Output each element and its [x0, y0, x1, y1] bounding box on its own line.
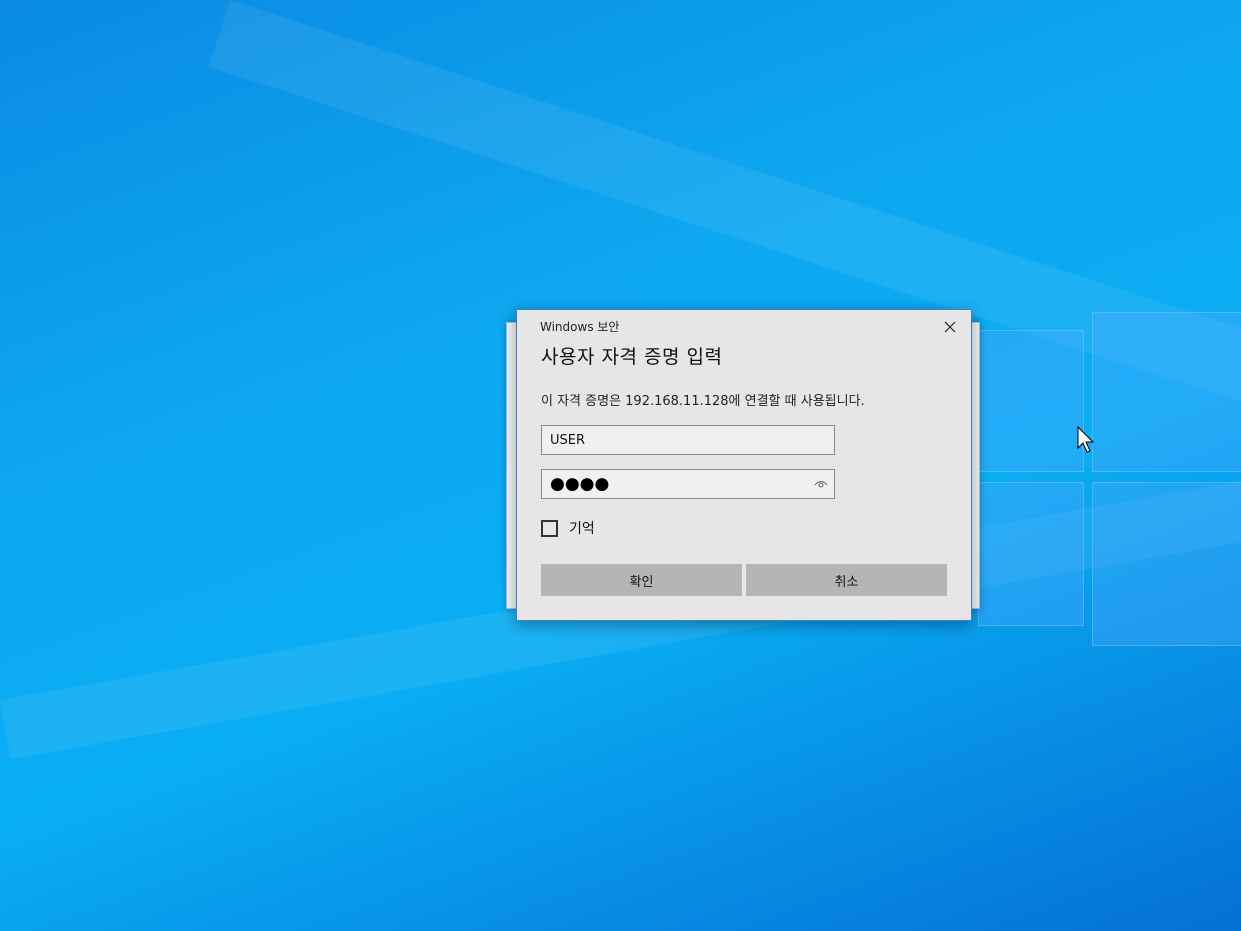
credential-dialog: Windows 보안 사용자 자격 증명 입력 이 자격 증명은 192.168…: [516, 309, 972, 621]
eye-icon[interactable]: [814, 478, 828, 490]
wallpaper-logo-pane: [978, 330, 1084, 472]
remember-label: 기억: [569, 521, 595, 537]
close-button[interactable]: [935, 314, 965, 340]
wallpaper-logo-pane: [978, 482, 1084, 626]
remember-checkbox[interactable]: [541, 519, 558, 537]
close-icon: [944, 321, 956, 333]
remember-row[interactable]: 기억: [541, 518, 595, 538]
ok-button[interactable]: 확인: [541, 564, 742, 596]
username-field[interactable]: [541, 425, 835, 455]
dialog-heading: 사용자 자격 증명 입력: [541, 346, 723, 368]
username-input[interactable]: [542, 426, 808, 454]
password-field[interactable]: ●●●●: [541, 469, 835, 499]
password-mask: ●●●●: [550, 474, 610, 494]
wallpaper-logo-pane: [1092, 482, 1241, 646]
mouse-cursor-icon: [1077, 426, 1095, 453]
cancel-button[interactable]: 취소: [746, 564, 947, 596]
wallpaper-logo-pane: [1092, 312, 1241, 472]
dialog-description: 이 자격 증명은 192.168.11.128에 연결할 때 사용됩니다.: [541, 394, 865, 409]
dialog-app-title: Windows 보안: [540, 320, 620, 334]
